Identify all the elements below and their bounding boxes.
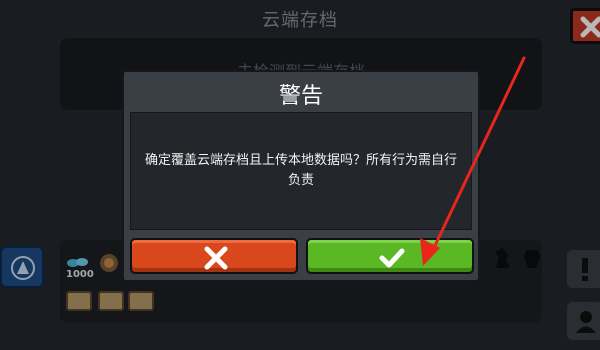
hint-arrow (420, 56, 526, 266)
